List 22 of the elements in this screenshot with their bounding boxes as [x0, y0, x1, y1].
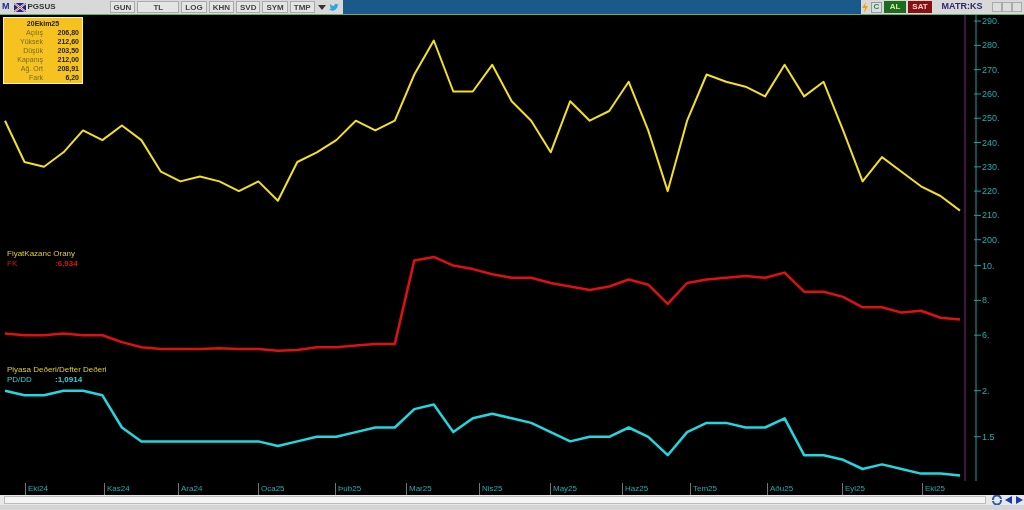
axis-label: 220.	[982, 186, 1000, 197]
axis-label: 270.	[982, 64, 1000, 75]
axis-label: 230.	[982, 161, 1000, 172]
axis-label: 260.	[982, 88, 1000, 99]
legend-name: PD/DD	[7, 375, 33, 385]
axis-label: 250.	[982, 113, 1000, 124]
axis-label: 8.	[982, 295, 990, 306]
axis-label: 200.	[982, 234, 1000, 245]
axis-label: 2.	[982, 385, 990, 396]
axis-label: 10.	[982, 260, 995, 271]
indicator-title: Piyasa Deðeri/Defter Deðeri	[7, 365, 107, 375]
legend-name: FK	[7, 259, 19, 269]
indicator-title: FiyatKazanc Orany	[7, 249, 77, 259]
axis-label: 290.	[982, 16, 1000, 27]
brand-label: MATR:KS	[940, 0, 984, 14]
axis-label: 240.	[982, 137, 1000, 148]
axis-label: 6.	[982, 330, 990, 341]
axis-label: 280.	[982, 40, 1000, 51]
legend-value: :1,0914	[55, 375, 83, 385]
legend-value: :6,934	[55, 259, 78, 269]
axis-label: 210.	[982, 210, 1000, 221]
axis-label: 1.5	[982, 431, 995, 442]
